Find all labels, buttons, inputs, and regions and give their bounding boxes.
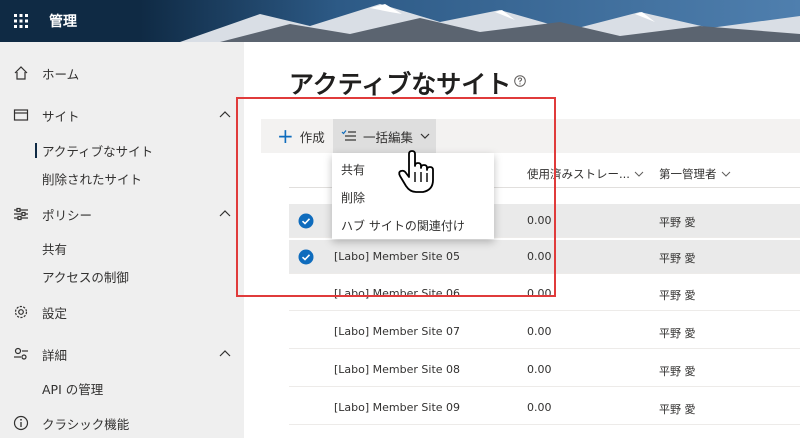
sidebar-item-label: 設定 <box>42 305 68 321</box>
create-label: 作成 <box>299 129 325 145</box>
storage-value: 0.00 <box>527 401 552 414</box>
menu-item-hub-association[interactable]: ハブ サイトの関連付け <box>332 211 494 239</box>
sidebar-item-active-sites[interactable]: アクティブなサイト <box>0 138 244 162</box>
sidebar-item-api-management[interactable]: API の管理 <box>0 376 244 400</box>
chevron-up-icon[interactable] <box>218 108 232 122</box>
sidebar-item-label: サイト <box>42 108 80 124</box>
site-name[interactable]: [Labo] Member Site 05 <box>334 250 460 263</box>
waffle-icon <box>14 14 28 28</box>
storage-value: 0.00 <box>527 325 552 338</box>
chevron-up-icon[interactable] <box>218 347 232 361</box>
chevron-down-icon <box>420 133 430 139</box>
sidebar-item-settings[interactable]: 設定 <box>0 298 244 326</box>
mountain-banner-image <box>140 0 800 42</box>
table-row[interactable]: [Labo] Member Site 08 0.00 平野 愛 <box>289 353 800 387</box>
policy-icon <box>12 205 30 223</box>
primary-admin: 平野 愛 <box>659 365 696 378</box>
advanced-icon <box>12 345 30 363</box>
table-row[interactable]: [Labo] Member Site 05 0.00 平野 愛 <box>289 240 800 274</box>
command-bar: + 作成 一括編集 <box>261 119 800 153</box>
sidebar-item-label: 共有 <box>42 241 68 257</box>
primary-admin: 平野 愛 <box>659 216 696 229</box>
table-row[interactable]: [Labo] Member Site 09 0.00 平野 愛 <box>289 391 800 425</box>
app-launcher-button[interactable] <box>0 0 42 42</box>
gear-icon <box>12 303 30 321</box>
sidebar-item-sites[interactable]: サイト <box>0 101 244 129</box>
info-icon <box>12 414 30 432</box>
column-header-storage[interactable]: 使用済みストレー... <box>527 166 644 182</box>
sidebar-item-classic-features[interactable]: クラシック機能 <box>0 409 244 437</box>
sidebar-item-label: クラシック機能 <box>42 416 130 432</box>
sidebar-item-label: アクセスの制御 <box>42 269 129 285</box>
site-name[interactable]: [Labo] Member Site 07 <box>334 325 460 338</box>
table-row[interactable]: [Labo] Member Site 06 0.00 平野 愛 <box>289 277 800 311</box>
chevron-down-icon <box>634 171 644 177</box>
primary-admin: 平野 愛 <box>659 252 696 265</box>
checkmark-circle-icon[interactable] <box>298 213 314 229</box>
site-icon <box>12 106 30 124</box>
primary-admin: 平野 愛 <box>659 403 696 416</box>
main-content: アクティブなサイト + 作成 一括編集 使用済みストレー... 第一管理者 0.… <box>244 42 800 438</box>
sidebar-item-access-control[interactable]: アクセスの制御 <box>0 264 244 288</box>
sidebar-item-label: API の管理 <box>42 381 104 397</box>
chevron-up-icon[interactable] <box>218 207 232 221</box>
sidebar-item-label: ホーム <box>42 66 80 82</box>
page-title: アクティブなサイト <box>289 70 512 99</box>
storage-value: 0.00 <box>527 363 552 376</box>
table-row[interactable]: [Labo] Member Site 07 0.00 平野 愛 <box>289 315 800 349</box>
primary-admin: 平野 愛 <box>659 327 696 340</box>
storage-value: 0.00 <box>527 214 552 227</box>
primary-admin: 平野 愛 <box>659 289 696 302</box>
sidebar: ホーム サイト アクティブなサイト 削除されたサイト ポリシー 共有 アクセスの… <box>0 42 244 438</box>
add-icon: + <box>277 124 294 148</box>
help-icon[interactable] <box>514 75 526 87</box>
site-name[interactable]: [Labo] Member Site 08 <box>334 363 460 376</box>
sidebar-item-label: ポリシー <box>42 207 93 223</box>
sidebar-item-advanced[interactable]: 詳細 <box>0 340 244 368</box>
sidebar-item-label: 削除されたサイト <box>42 171 143 187</box>
sidebar-item-home[interactable]: ホーム <box>0 59 244 87</box>
column-header-label: 第一管理者 <box>659 167 717 181</box>
storage-value: 0.00 <box>527 250 552 263</box>
sidebar-item-sharing[interactable]: 共有 <box>0 236 244 260</box>
bulk-edit-label: 一括編集 <box>363 129 414 145</box>
sidebar-item-label: アクティブなサイト <box>42 143 154 159</box>
site-name[interactable]: [Labo] Member Site 06 <box>334 287 460 300</box>
bulk-edit-button[interactable]: 一括編集 <box>333 119 436 153</box>
app-title: 管理 <box>49 14 77 30</box>
sidebar-item-policies[interactable]: ポリシー <box>0 200 244 228</box>
sidebar-item-label: 詳細 <box>42 347 68 363</box>
column-header-label: 使用済みストレー... <box>527 167 630 181</box>
sidebar-item-deleted-sites[interactable]: 削除されたサイト <box>0 166 244 190</box>
column-header-primary-admin[interactable]: 第一管理者 <box>659 166 731 182</box>
top-bar: 管理 <box>0 0 800 42</box>
create-button[interactable]: + 作成 <box>261 119 325 153</box>
checkmark-circle-icon[interactable] <box>298 249 314 265</box>
site-name[interactable]: [Labo] Member Site 09 <box>334 401 460 414</box>
chevron-down-icon <box>721 171 730 177</box>
hand-cursor-icon <box>398 150 434 193</box>
home-icon <box>12 64 30 82</box>
bulk-edit-icon <box>341 130 356 141</box>
storage-value: 0.00 <box>527 287 552 300</box>
